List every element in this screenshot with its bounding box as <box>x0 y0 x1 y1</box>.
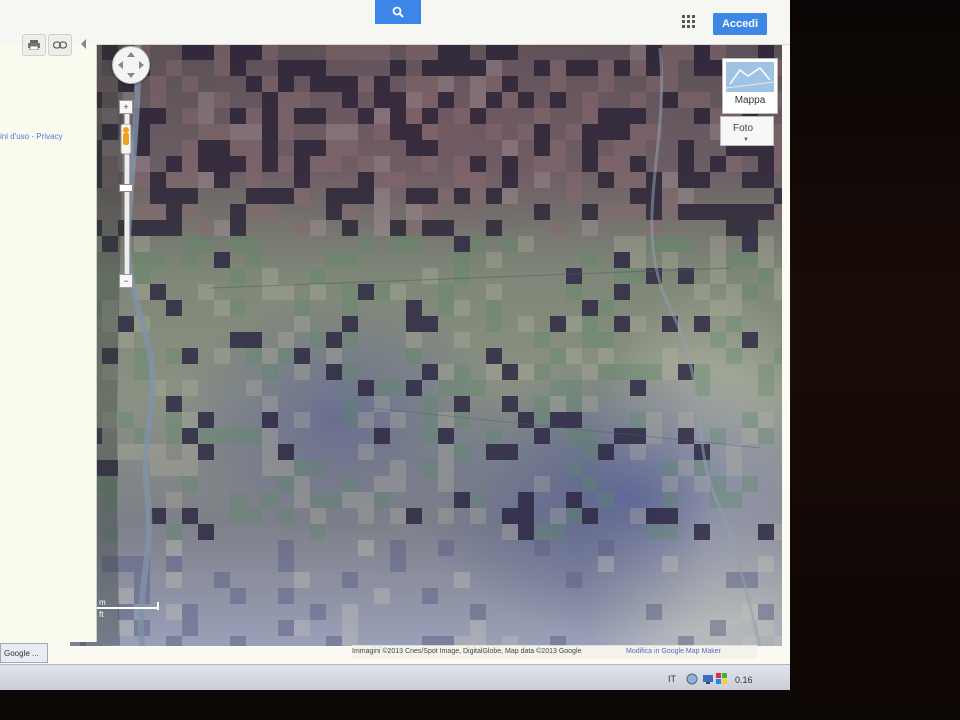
search-icon <box>392 6 404 18</box>
monitor-bezel <box>0 690 790 720</box>
chevron-down-icon: ▼ <box>743 137 749 143</box>
left-panel: ini d'uso - Privacy <box>0 34 97 642</box>
monitor-screen: + − Mappa Foto ▼ 1000 m 5000 ft Immagini… <box>0 0 790 690</box>
network-icon[interactable] <box>686 673 698 685</box>
map-type-map-button[interactable]: Mappa <box>722 58 778 114</box>
windows-flag-icon[interactable] <box>716 673 728 685</box>
map-thumbnail <box>725 62 775 92</box>
pan-arrows-icon <box>118 52 144 78</box>
map-footer: Immagini ©2013 Cnes/Spot Image, DigitalG… <box>352 645 757 658</box>
map-type-photo-label: Foto <box>733 123 754 134</box>
map-type-map-label: Mappa <box>734 95 766 106</box>
print-icon <box>28 40 40 50</box>
imagery-attribution: Immagini ©2013 Cnes/Spot Image, DigitalG… <box>352 648 582 655</box>
terms-privacy-link[interactable]: ini d'uso - Privacy <box>0 132 62 141</box>
room-background <box>790 0 960 720</box>
zoom-out-button[interactable]: − <box>119 274 133 288</box>
map-maker-link[interactable]: Modifica in Google Map Maker <box>626 645 721 658</box>
link-button[interactable] <box>48 34 72 56</box>
zoom-slider-thumb[interactable] <box>119 184 133 192</box>
language-indicator[interactable]: IT <box>668 674 676 684</box>
satellite-map[interactable] <box>70 28 782 646</box>
taskbar-window-button[interactable]: Google ... <box>0 643 48 663</box>
pan-control[interactable] <box>112 46 150 84</box>
map-type-photo-button[interactable]: Foto ▼ <box>720 116 774 146</box>
taskbar: Google ... IT 0.16 <box>0 643 790 690</box>
link-icon <box>53 41 67 49</box>
top-bar: Accedi <box>0 0 790 45</box>
apps-grid-icon[interactable] <box>682 15 696 29</box>
print-button[interactable] <box>22 34 46 56</box>
collapse-panel-icon[interactable] <box>80 39 88 49</box>
clock: 0.16 <box>735 675 753 685</box>
pegman-icon[interactable] <box>120 124 132 158</box>
river <box>77 28 762 646</box>
sign-in-button[interactable]: Accedi <box>713 13 767 35</box>
search-button[interactable] <box>375 0 421 24</box>
zoom-in-button[interactable]: + <box>119 100 133 114</box>
monitor-tray-icon[interactable] <box>702 673 714 685</box>
